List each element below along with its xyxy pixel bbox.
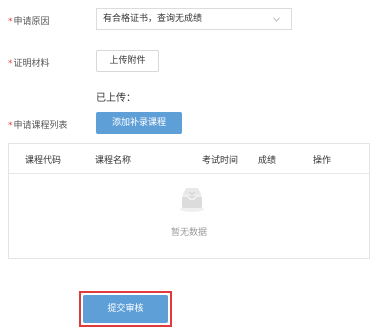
- empty-text: 暂无数据: [170, 228, 207, 238]
- proof-label-text: 证明材料: [13, 59, 50, 69]
- add-course-button[interactable]: 添加补录课程: [96, 112, 182, 134]
- course-table: 课程代码 课程名称 考试时间 成绩 操作 暂无数据: [8, 143, 370, 259]
- empty-inbox-icon: [176, 182, 208, 214]
- table-header: 课程代码 课程名称 考试时间 成绩 操作: [9, 144, 369, 174]
- column-header-exam-time: 考试时间: [202, 156, 239, 166]
- submit-review-button[interactable]: 提交审核: [83, 295, 168, 323]
- apply-form-page: *申请原因 有合格证书，查询无成绩 *证明材料 上传附件 已上传： *申请课程列…: [0, 0, 379, 335]
- column-header-action: 操作: [313, 156, 332, 166]
- submit-highlight: 提交审核: [79, 291, 172, 327]
- upload-attachment-button[interactable]: 上传附件: [96, 50, 159, 72]
- courses-label-text: 申请课程列表: [13, 121, 68, 131]
- courses-label: *申请课程列表: [8, 118, 68, 131]
- reason-select-value: 有合格证书，查询无成绩: [103, 14, 203, 24]
- column-header-code: 课程代码: [25, 156, 62, 166]
- column-header-name: 课程名称: [95, 156, 132, 166]
- required-mark: *: [8, 17, 13, 27]
- uploaded-label: 已上传：: [96, 93, 136, 104]
- required-mark: *: [8, 59, 13, 69]
- proof-label: *证明材料: [8, 56, 50, 69]
- required-mark: *: [8, 121, 13, 131]
- reason-select[interactable]: 有合格证书，查询无成绩: [96, 8, 292, 30]
- reason-label: *申请原因: [8, 14, 50, 27]
- reason-label-text: 申请原因: [13, 17, 50, 27]
- chevron-down-icon: [271, 9, 281, 29]
- column-header-score: 成绩: [258, 156, 277, 166]
